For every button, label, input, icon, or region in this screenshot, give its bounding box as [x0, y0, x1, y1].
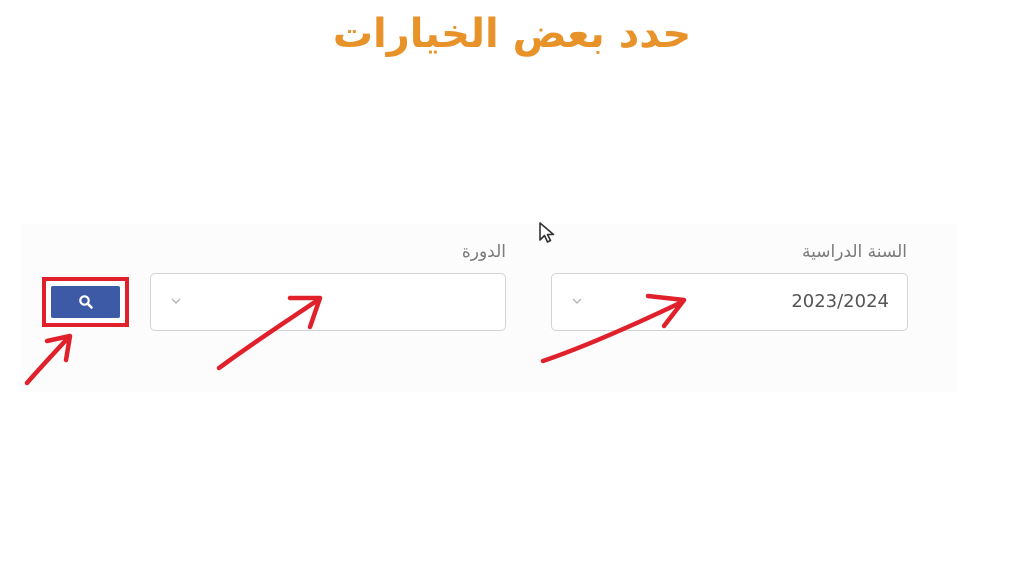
academic-year-value: 2023/2024: [791, 291, 889, 312]
academic-year-select[interactable]: 2023/2024: [551, 273, 908, 331]
session-select[interactable]: [150, 273, 506, 331]
chevron-down-icon: [572, 298, 582, 304]
chevron-down-icon: [171, 298, 181, 304]
search-icon: [79, 295, 93, 309]
mouse-cursor-icon: [539, 222, 555, 243]
search-button-highlight: [42, 277, 129, 327]
search-button[interactable]: [51, 286, 120, 318]
headline: حدد بعض الخيارات: [332, 11, 692, 57]
academic-year-label: السنة الدراسية: [802, 242, 907, 262]
page: حدد بعض الخيارات السنة الدراسية 2023/202…: [0, 0, 1024, 576]
session-label: الدورة: [461, 242, 506, 262]
